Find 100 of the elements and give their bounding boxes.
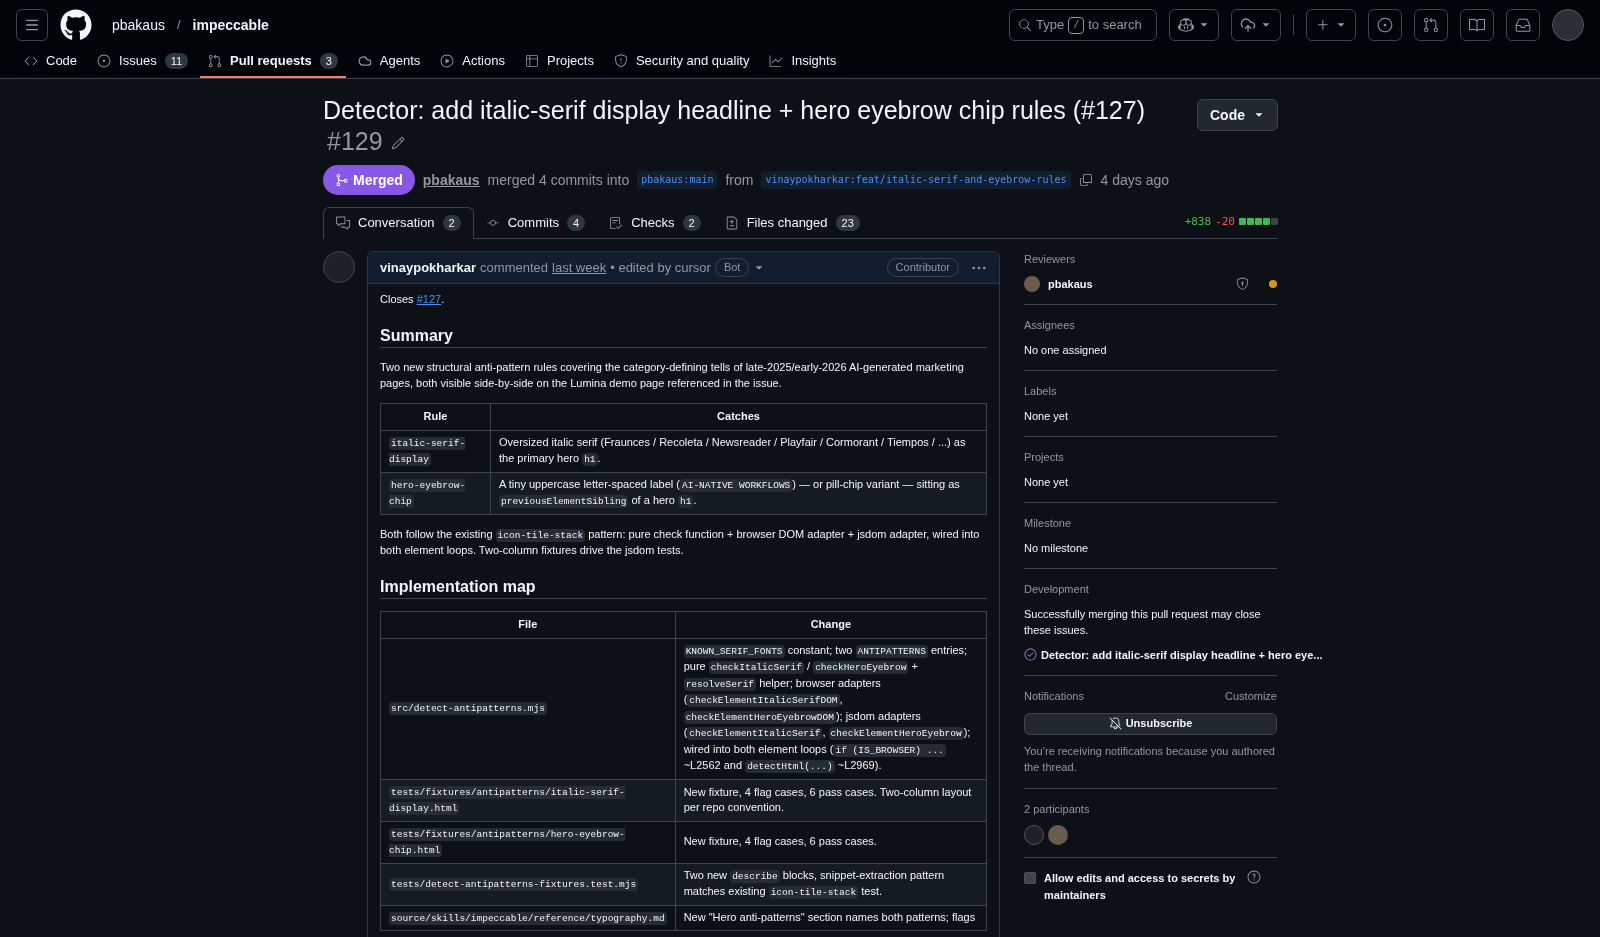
issues-button[interactable]	[1368, 9, 1402, 41]
section-title: Reviewers	[1024, 252, 1077, 267]
comment-time[interactable]: last week	[552, 257, 607, 278]
repo-tab[interactable]: Code	[16, 50, 86, 78]
count-badge: 2	[682, 214, 701, 232]
search-field[interactable]: Type / to search	[1009, 9, 1157, 41]
head-branch[interactable]: vinaypokharkar:feat/italic-serif-and-eyebrow-rules	[761, 170, 1071, 190]
count-badge: 11	[164, 52, 189, 70]
cloud-icon	[357, 54, 372, 68]
column-header: Change	[675, 611, 987, 638]
search-suffix: to search	[1088, 16, 1142, 35]
column-header: Rule	[380, 403, 491, 430]
cloud-upload-icon	[1240, 17, 1256, 33]
pr-tab[interactable]: Conversation 2	[323, 207, 474, 239]
code-button[interactable]: Code	[1197, 99, 1278, 131]
repo-tab[interactable]: Projects	[516, 50, 602, 78]
repo-tab[interactable]: Security and quality	[605, 50, 758, 78]
shield-icon	[1236, 277, 1249, 291]
repo-tab[interactable]: Issues 11	[89, 50, 197, 78]
upload-button[interactable]	[1231, 9, 1281, 41]
section-title: Notifications	[1024, 689, 1084, 704]
commenter-name[interactable]: vinaypokharkar	[380, 257, 477, 278]
diffstat-drawing	[1239, 218, 1278, 226]
count-badge: 3	[319, 52, 338, 70]
checklist-icon	[609, 216, 624, 230]
column-header: Catches	[490, 403, 987, 430]
count-badge: 2	[442, 214, 461, 232]
unsubscribe-button[interactable]: Unsubscribe	[1024, 712, 1277, 735]
shortcut-key: /	[1068, 16, 1085, 34]
checkbox[interactable]	[1024, 872, 1036, 884]
merge-time: 4 days ago	[1100, 171, 1169, 190]
table-cell: New fixture, 4 flag cases, 6 pass cases. Two-column layout per repo convention.	[675, 779, 987, 821]
file-diff-icon	[724, 216, 739, 230]
count-badge: 4	[567, 214, 586, 232]
reviewer-avatar	[1024, 275, 1040, 292]
section-value: No one assigned	[1024, 342, 1108, 358]
code-icon	[24, 54, 38, 68]
section-value: None yet	[1024, 474, 1070, 490]
copilot-button[interactable]	[1169, 9, 1219, 41]
section-title: Projects	[1024, 450, 1065, 465]
plus-icon	[1315, 17, 1331, 33]
comment-paragraph: Closes #127.	[380, 292, 446, 307]
development-text: Successfully merging this pull request may close these issues.	[1024, 606, 1262, 638]
edited-note: • edited by cursor	[610, 258, 711, 277]
github-logo-icon[interactable]	[60, 9, 92, 41]
section-title: Development	[1024, 582, 1090, 597]
copy-icon[interactable]	[1078, 173, 1093, 187]
edit-icon[interactable]	[390, 136, 405, 151]
pull-requests-button[interactable]	[1414, 9, 1448, 41]
base-branch[interactable]: pbakaus:main	[637, 170, 718, 190]
merged-status-badge: Merged	[323, 165, 415, 195]
pr-title: Detector: add italic-serif display headline + hero eyebrow chip rules (#127)	[323, 96, 1145, 124]
additions-count: +838	[1184, 213, 1212, 230]
shield-icon	[613, 54, 628, 68]
path-separator: /	[176, 16, 181, 35]
deletions-count: -20	[1215, 213, 1235, 230]
comment-action: commented	[480, 258, 549, 277]
section-title: Labels	[1024, 384, 1058, 399]
inbox-button[interactable]	[1506, 9, 1540, 41]
section-title: 2 participants	[1024, 801, 1091, 817]
count-badge: 23	[835, 214, 860, 232]
repo-tab[interactable]: Insights	[761, 50, 845, 78]
comment-paragraph: Both follow the existing icon-tile-stack pattern: pure check function + browser DOM adapter + jsdom adapter, wired into both element loops. Two-column fixtures drive the jsdom tests.	[380, 526, 981, 558]
pr-tab[interactable]: Files changed 23	[712, 207, 872, 239]
table-cell: italic-serif-display	[380, 430, 491, 472]
search-prefix: Type	[1036, 16, 1065, 35]
repo-tab[interactable]: Pull requests 3	[200, 50, 346, 78]
section-heading: Implementation map	[380, 578, 987, 599]
section-value: No milestone	[1024, 540, 1090, 556]
menu-icon	[24, 17, 40, 33]
reviewer-name[interactable]: pbakaus	[1048, 275, 1228, 292]
table-cell: source/skills/impeccable/reference/typography.md	[380, 905, 676, 931]
owner-link[interactable]: pbakaus	[112, 15, 165, 35]
repo-tab[interactable]: Actions	[432, 50, 513, 78]
pr-tab[interactable]: Commits 4	[473, 207, 598, 239]
pr-number: #129	[327, 127, 383, 155]
book-icon	[1469, 17, 1485, 33]
table-cell: tests/fixtures/antipatterns/hero-eyebrow-chip.html	[380, 821, 676, 863]
checkbox-label: Allow edits and access to secrets by maintainers	[1044, 871, 1237, 903]
repo-tab[interactable]: Agents	[349, 50, 429, 78]
table-cell: New fixture, 4 flag cases, 6 pass cases.	[675, 821, 987, 863]
menu-button[interactable]	[16, 9, 48, 41]
table-cell: hero-eyebrow-chip	[380, 472, 491, 514]
notification-note: You’re receiving notifications because you authored the thread.	[1024, 743, 1276, 775]
search-icon	[1018, 18, 1032, 32]
pull-request-icon	[208, 54, 223, 68]
table-cell: src/detect-antipatterns.mjs	[380, 638, 676, 779]
help-icon[interactable]	[1247, 870, 1261, 884]
repo-link[interactable]: impeccable	[192, 15, 269, 35]
pr-tab[interactable]: Checks 2	[597, 207, 713, 239]
linked-issue[interactable]: Detector: add italic-serif display headline + hero eye...	[1041, 646, 1323, 663]
table-cell: New "Hero anti-patterns" section names both patterns; flags	[675, 905, 987, 931]
merge-icon	[335, 173, 349, 187]
repositories-button[interactable]	[1460, 9, 1494, 41]
merge-text: merged 4 commits into	[487, 171, 630, 190]
customize-link[interactable]: Customize	[1225, 688, 1277, 705]
comment-paragraph: Two new structural anti-pattern rules covering the category-defining tells of late-2025/early-2026 AI-generated marketing pages, both visible side-by-side on the Lumina demo page referenced in the issue.	[380, 360, 965, 391]
author-link[interactable]: pbakaus	[422, 170, 480, 190]
table-cell: tests/fixtures/antipatterns/italic-serif-display.html	[380, 779, 676, 821]
participant-avatar[interactable]	[1048, 825, 1068, 845]
